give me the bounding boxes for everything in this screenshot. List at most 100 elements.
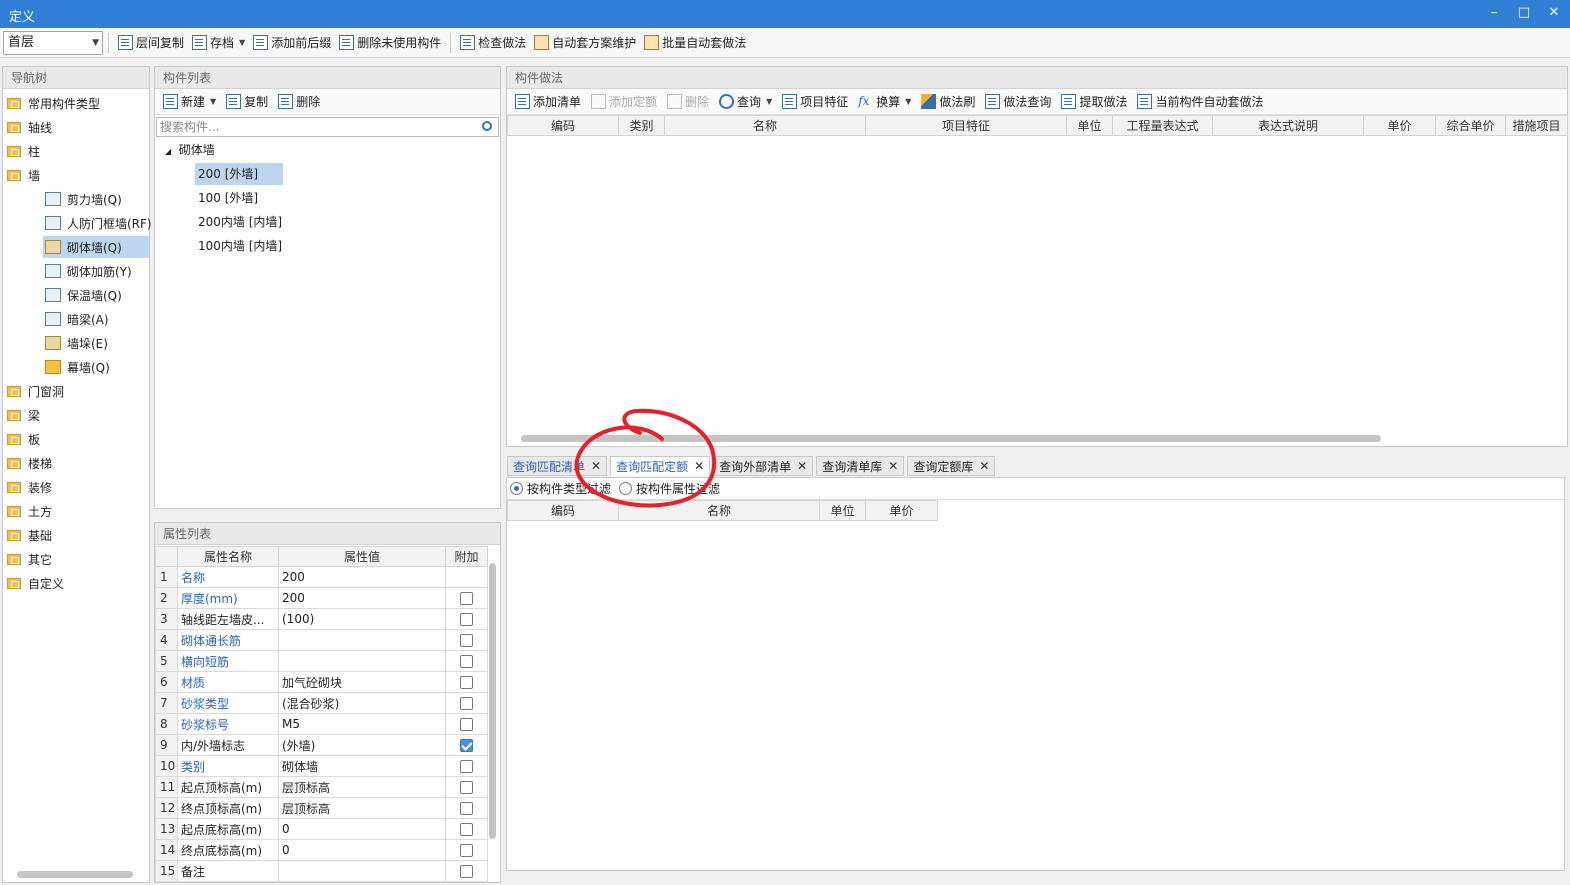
property-row[interactable]: 3 轴线距左墙皮... (100) — [155, 608, 488, 630]
property-value[interactable]: 层顶标高 — [278, 776, 446, 798]
nav-subitem-masonry-wall[interactable]: 砌体墙(Q) — [43, 236, 149, 258]
properties-scrollbar[interactable] — [489, 563, 496, 839]
property-row[interactable]: 14 终点底标高(m) 0 — [155, 839, 488, 861]
property-value[interactable]: 0 — [278, 818, 446, 840]
checkbox[interactable] — [460, 823, 473, 836]
nav-item-earthwork[interactable]: 土方 — [7, 500, 52, 522]
search-icon[interactable] — [482, 121, 492, 131]
property-row[interactable]: 4 砌体通长筋 — [155, 629, 488, 651]
filter-by-property-radio[interactable]: 按构件属性过滤 — [619, 480, 720, 497]
maximize-icon[interactable]: □ — [1516, 4, 1532, 22]
convert-button[interactable]: fx 换算 ▼ — [854, 90, 915, 114]
property-row[interactable]: 7 砂浆类型 (混合砂浆) — [155, 692, 488, 714]
add-prefix-suffix-button[interactable]: 添加前后缀 — [249, 31, 335, 55]
property-row[interactable]: 9 内/外墙标志 (外墙) — [155, 734, 488, 756]
checkbox[interactable] — [460, 697, 473, 710]
checkbox[interactable] — [460, 781, 473, 794]
close-icon[interactable]: ✕ — [1546, 4, 1562, 22]
checkbox[interactable] — [460, 613, 473, 626]
copy-button[interactable]: 复制 — [222, 90, 272, 114]
nav-item-stairs[interactable]: 楼梯 — [7, 452, 52, 474]
checkbox[interactable] — [460, 760, 473, 773]
batch-auto-method-button[interactable]: 批量自动套做法 — [640, 31, 750, 55]
tab-list-library[interactable]: 查询清单库 ✕ — [816, 456, 905, 476]
nav-item-foundation[interactable]: 基础 — [7, 524, 52, 546]
checkbox[interactable] — [460, 634, 473, 647]
tab-match-list[interactable]: 查询匹配清单 ✕ — [507, 456, 608, 476]
checkbox[interactable] — [460, 592, 473, 605]
close-icon[interactable]: ✕ — [797, 459, 807, 473]
auto-scheme-button[interactable]: 自动套方案维护 — [530, 31, 640, 55]
property-value[interactable]: 200 — [278, 566, 446, 588]
close-icon[interactable]: ✕ — [591, 459, 601, 473]
close-icon[interactable]: ✕ — [694, 459, 704, 473]
nav-subitem-insulation-wall[interactable]: 保温墙(Q) — [45, 284, 122, 306]
nav-scrollbar[interactable] — [17, 871, 133, 878]
nav-item-column[interactable]: 柱 — [7, 140, 40, 162]
nav-subitem-hidden-beam[interactable]: 暗梁(A) — [45, 308, 109, 330]
checkbox[interactable] — [460, 676, 473, 689]
tab-external-list[interactable]: 查询外部清单 ✕ — [713, 456, 814, 476]
nav-item-wall[interactable]: 墙 — [7, 164, 40, 186]
delete-button[interactable]: 删除 — [274, 90, 324, 114]
property-value[interactable] — [278, 629, 446, 651]
nav-subitem-masonry-rebar[interactable]: 砌体加筋(Y) — [45, 260, 132, 282]
close-icon[interactable]: ✕ — [888, 459, 898, 473]
property-value[interactable] — [278, 650, 446, 672]
nav-item-other[interactable]: 其它 — [7, 548, 52, 570]
property-value[interactable]: (混合砂浆) — [278, 692, 446, 714]
property-value[interactable]: 加气砼砌块 — [278, 671, 446, 693]
property-row[interactable]: 5 横向短筋 — [155, 650, 488, 672]
tab-match-quota[interactable]: 查询匹配定额 ✕ — [610, 456, 711, 476]
tab-quota-library[interactable]: 查询定额库 ✕ — [907, 456, 996, 476]
property-value[interactable]: (外墙) — [278, 734, 446, 756]
property-row[interactable]: 15 备注 — [155, 860, 488, 882]
current-auto-method-button[interactable]: 当前构件自动套做法 — [1133, 90, 1267, 114]
property-row[interactable]: 13 起点底标高(m) 0 — [155, 818, 488, 840]
copy-between-floors-button[interactable]: 层间复制 — [114, 31, 188, 55]
checkbox[interactable] — [460, 655, 473, 668]
checkbox-checked[interactable] — [460, 739, 473, 752]
property-row[interactable]: 11 起点顶标高(m) 层顶标高 — [155, 776, 488, 798]
property-row[interactable]: 12 终点顶标高(m) 层顶标高 — [155, 797, 488, 819]
property-value[interactable]: 砌体墙 — [278, 755, 446, 777]
nav-item-beam[interactable]: 梁 — [7, 404, 40, 426]
checkbox[interactable] — [460, 865, 473, 878]
nav-item-openings[interactable]: 门窗洞 — [7, 380, 64, 402]
archive-button[interactable]: 存档 ▼ — [188, 31, 249, 55]
nav-item-slab[interactable]: 板 — [7, 428, 40, 450]
tree-item[interactable]: 200内墙 [内墙] — [198, 211, 282, 233]
property-value[interactable]: (100) — [278, 608, 446, 630]
method-delete-button[interactable]: 删除 — [663, 90, 713, 114]
close-icon[interactable]: ✕ — [979, 459, 989, 473]
property-row[interactable]: 2 厚度(mm) 200 — [155, 587, 488, 609]
property-value[interactable]: 200 — [278, 587, 446, 609]
query-button[interactable]: 查询 ▼ — [715, 90, 776, 114]
nav-subitem-pilaster[interactable]: 墙垛(E) — [45, 332, 108, 354]
add-list-button[interactable]: 添加清单 — [511, 90, 585, 114]
property-value[interactable]: 0 — [278, 839, 446, 861]
filter-by-type-radio[interactable]: 按构件类型过滤 — [510, 480, 611, 497]
nav-subitem-shear-wall[interactable]: 剪力墙(Q) — [45, 188, 122, 210]
item-feature-button[interactable]: 项目特征 — [778, 90, 852, 114]
property-row[interactable]: 8 砂浆标号 M5 — [155, 713, 488, 735]
method-query-button[interactable]: 做法查询 — [981, 90, 1055, 114]
collapse-triangle-icon[interactable]: ◢ — [165, 147, 171, 156]
method-scrollbar[interactable] — [521, 435, 1381, 442]
component-search-input[interactable]: 搜索构件... — [156, 117, 499, 137]
nav-subitem-curtain-wall[interactable]: 幕墙(Q) — [45, 356, 110, 378]
tree-item[interactable]: 100内墙 [内墙] — [198, 235, 282, 257]
nav-item-custom[interactable]: 自定义 — [7, 572, 64, 594]
checkbox[interactable] — [460, 844, 473, 857]
nav-subitem-civil-defense-wall[interactable]: 人防门框墙(RF) — [45, 212, 152, 234]
add-quota-button[interactable]: 添加定额 — [587, 90, 661, 114]
nav-item-axis[interactable]: 轴线 — [7, 116, 52, 138]
property-value[interactable]: 层顶标高 — [278, 797, 446, 819]
floor-select[interactable]: 首层 ▼ — [3, 30, 103, 55]
nav-item-common[interactable]: 常用构件类型 — [7, 92, 100, 114]
nav-item-decoration[interactable]: 装修 — [7, 476, 52, 498]
tree-root-masonry-wall[interactable]: ◢ 砌体墙 — [165, 139, 215, 161]
property-value[interactable]: M5 — [278, 713, 446, 735]
check-method-button[interactable]: 检查做法 — [456, 31, 530, 55]
method-brush-button[interactable]: 做法刷 — [917, 90, 979, 114]
